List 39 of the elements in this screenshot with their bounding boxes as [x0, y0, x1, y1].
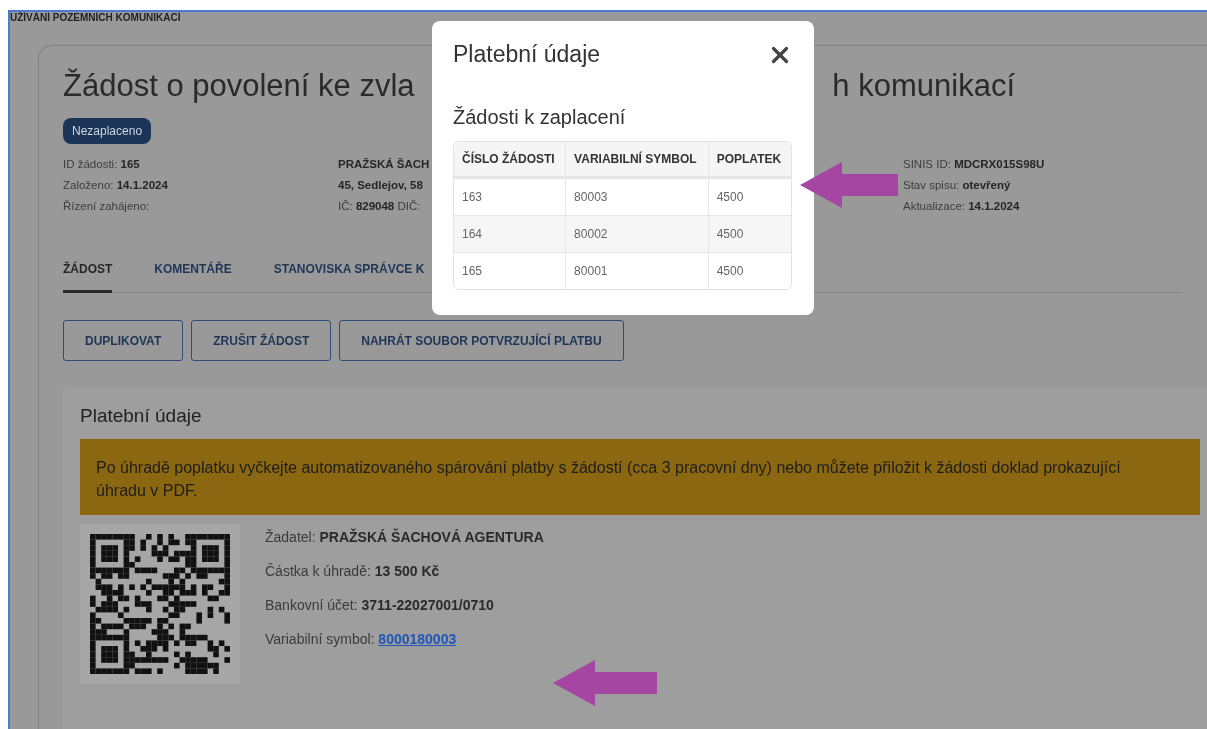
action-button[interactable]: ZRUŠIT ŽÁDOST — [191, 320, 332, 361]
info-text: Stav spisu: otevřený — [903, 179, 1011, 191]
tab[interactable]: ŽÁDOST — [63, 262, 113, 293]
tab[interactable]: STANOVISKA SPRÁVCE K — [273, 262, 425, 293]
header-text: UŽÍVÁNÍ POZEMNÍCH KOMUNIKACÍ — [10, 12, 182, 23]
info-text: ID žádosti: 165 — [63, 158, 140, 170]
table-cell: 80001 — [565, 252, 708, 289]
column-header: VARIABILNÍ SYMBOL — [565, 142, 708, 178]
column-header: ČÍSLO ŽÁDOSTI — [454, 142, 566, 178]
table-cell: 4500 — [707, 252, 791, 289]
page-title: h komunikací — [832, 68, 1015, 104]
action-button[interactable]: NAHRÁT SOUBOR POTVRZUJÍCÍ PLATBU — [339, 320, 624, 361]
page-title: Žádost o povolení ke zvla — [63, 68, 415, 104]
info-text: SINIS ID: MDCRX015S98U — [903, 158, 1045, 170]
status-badge: Nezaplaceno — [63, 118, 152, 144]
tab[interactable]: KOMENTÁŘE — [154, 262, 232, 293]
detail-text: Bankovní účet: 3711-22027001/0710 — [265, 597, 495, 613]
action-button[interactable]: DUPLIKOVAT — [63, 320, 184, 361]
symbol-link[interactable]: 8000180003 — [378, 631, 457, 647]
detail-text: Částka k úhradě: 13 500 Kč — [265, 563, 441, 579]
detail-text: Variabilní symbol: 8000180003 — [265, 631, 458, 647]
table-cell: 165 — [454, 252, 566, 289]
info-text: Řízení zahájeno: — [63, 200, 150, 212]
info-text: Založeno: 14.1.2024 — [63, 179, 168, 191]
table-cell: 164 — [454, 215, 566, 252]
info-text: 45, Sedlejov, 58 — [338, 179, 423, 191]
table-cell: 80002 — [565, 215, 708, 252]
dialog-title: Platební údaje — [453, 41, 601, 68]
column-header: POPLATEK — [707, 142, 791, 178]
table-cell: 80003 — [565, 178, 708, 215]
info-text: Aktualizace: 14.1.2024 — [903, 200, 1020, 212]
table-cell: 4500 — [707, 215, 791, 252]
panel-title: Platební údaje — [80, 405, 203, 427]
dialog-subtitle: Žádosti k zaplacení — [453, 106, 627, 129]
info-text: PRAŽSKÁ ŠACH — [338, 158, 430, 170]
info-text: IČ: 829048 DIČ: — [338, 200, 421, 212]
table-cell: 4500 — [707, 178, 791, 215]
info-alert: Po úhradě poplatku vyčkejte automatizovaného spárování platby s žádostí (cca 3 pracovní dny) nebo můžete přiložit k žádosti doklad prokazující úhradu v PDF. — [80, 439, 1200, 515]
detail-text: Žadatel: PRAŽSKÁ ŠACHOVÁ AGENTURA — [265, 529, 544, 545]
